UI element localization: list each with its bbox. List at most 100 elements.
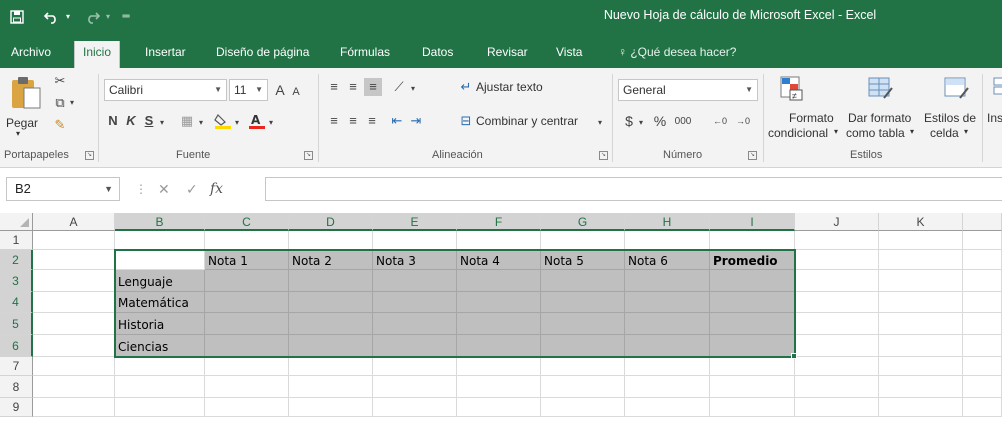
align-top-icon[interactable]: ≡ [326, 78, 342, 96]
cell-c6[interactable] [205, 335, 289, 357]
enter-icon[interactable]: ✓ [186, 180, 198, 198]
column-header-d[interactable]: D [289, 213, 373, 231]
cell-k3[interactable] [879, 270, 963, 292]
tab-vista[interactable]: Vista [548, 42, 590, 68]
tab-insertar[interactable]: Insertar [137, 42, 194, 68]
cell-a7[interactable] [33, 357, 115, 376]
column-header-h[interactable]: H [625, 213, 710, 231]
cell-h5[interactable] [625, 313, 710, 335]
decrease-decimal-icon[interactable]: →0 [733, 112, 753, 130]
cut-icon[interactable]: ✂ [50, 72, 70, 90]
format-as-table-icon[interactable] [866, 74, 896, 104]
cell-k8[interactable] [879, 376, 963, 398]
cell-a8[interactable] [33, 376, 115, 398]
bold-button[interactable]: N [105, 112, 121, 130]
cell-c5[interactable] [205, 313, 289, 335]
cell-d6[interactable] [289, 335, 373, 357]
row-header-7[interactable]: 7 [0, 357, 33, 376]
select-all-corner[interactable] [0, 213, 33, 231]
borders-dropdown-icon[interactable]: ▾ [196, 114, 206, 132]
cell-g2[interactable]: Nota 5 [541, 250, 625, 270]
cell-b7[interactable] [115, 357, 205, 376]
cell-i4[interactable] [710, 292, 795, 313]
cell-a5[interactable] [33, 313, 115, 335]
paste-icon[interactable] [8, 74, 48, 114]
decrease-font-icon[interactable]: A [289, 83, 303, 101]
cell-e9[interactable] [373, 398, 457, 417]
increase-decimal-icon[interactable]: ←0 [710, 112, 730, 130]
cell-b9[interactable] [115, 398, 205, 417]
cell-f1[interactable] [457, 231, 541, 250]
align-middle-icon[interactable]: ≡ [345, 78, 361, 96]
cell-l2[interactable] [963, 250, 1002, 270]
cell-g5[interactable] [541, 313, 625, 335]
cell-a4[interactable] [33, 292, 115, 313]
cell-e8[interactable] [373, 376, 457, 398]
cell-j8[interactable] [795, 376, 879, 398]
merge-center-button[interactable]: Combinar y centrar [476, 114, 578, 128]
cell-j1[interactable] [795, 231, 879, 250]
thousands-button[interactable]: 000 [670, 113, 696, 131]
insert-function-icon[interactable]: fx [210, 180, 223, 198]
cell-c9[interactable] [205, 398, 289, 417]
cell-i8[interactable] [710, 376, 795, 398]
cell-g4[interactable] [541, 292, 625, 313]
cell-i5[interactable] [710, 313, 795, 335]
column-header-g[interactable]: G [541, 213, 625, 231]
cell-styles-dropdown-icon[interactable]: ▾ [964, 127, 968, 136]
cell-f4[interactable] [457, 292, 541, 313]
column-header-b[interactable]: B [115, 213, 205, 231]
underline-button[interactable]: S [141, 112, 157, 130]
cell-k5[interactable] [879, 313, 963, 335]
cell-c2[interactable]: Nota 1 [205, 250, 289, 270]
alignment-launcher-icon[interactable]: ↘ [599, 151, 608, 160]
cell-i9[interactable] [710, 398, 795, 417]
insert-cells-label[interactable]: Ins [987, 111, 1002, 125]
cell-h7[interactable] [625, 357, 710, 376]
cell-c3[interactable] [205, 270, 289, 292]
cell-a6[interactable] [33, 335, 115, 357]
cell-i1[interactable] [710, 231, 795, 250]
cell-styles-line1[interactable]: Estilos de [924, 111, 976, 125]
cell-styles-icon[interactable] [942, 74, 972, 104]
cell-e1[interactable] [373, 231, 457, 250]
cell-j6[interactable] [795, 335, 879, 357]
column-header-i[interactable]: I [710, 213, 795, 231]
tab-diseno-de-pagina[interactable]: Diseño de página [208, 42, 317, 68]
font-name-box[interactable]: Calibri ▼ [104, 79, 227, 101]
cell-i2[interactable]: Promedio [710, 250, 795, 270]
cell-l8[interactable] [963, 376, 1002, 398]
column-header-e[interactable]: E [373, 213, 457, 231]
cell-f3[interactable] [457, 270, 541, 292]
cell-b4[interactable]: Matemática [115, 292, 205, 313]
cell-d1[interactable] [289, 231, 373, 250]
cell-j3[interactable] [795, 270, 879, 292]
tab-datos[interactable]: Datos [414, 42, 461, 68]
align-center-icon[interactable]: ≡ [345, 112, 361, 130]
conditional-format-line2[interactable]: condicional [768, 126, 828, 140]
cell-c7[interactable] [205, 357, 289, 376]
underline-dropdown-icon[interactable]: ▾ [157, 114, 167, 132]
cell-d5[interactable] [289, 313, 373, 335]
cell-f5[interactable] [457, 313, 541, 335]
cell-c8[interactable] [205, 376, 289, 398]
borders-icon[interactable]: ▦ [178, 112, 196, 130]
increase-font-icon[interactable]: A [272, 81, 288, 99]
cell-styles-line2[interactable]: celda [930, 126, 959, 140]
column-header-f[interactable]: F [457, 213, 541, 231]
copy-icon[interactable]: ⧉ [50, 94, 70, 112]
cell-f9[interactable] [457, 398, 541, 417]
italic-button[interactable]: K [123, 112, 139, 130]
cell-h8[interactable] [625, 376, 710, 398]
font-color-icon[interactable]: A [247, 112, 267, 130]
tab-archivo[interactable]: Archivo [3, 42, 59, 68]
orientation-dropdown-icon[interactable]: ▾ [408, 80, 418, 98]
cell-k6[interactable] [879, 335, 963, 357]
insert-cells-icon[interactable] [990, 76, 1002, 102]
cell-l9[interactable] [963, 398, 1002, 417]
number-launcher-icon[interactable]: ↘ [748, 151, 757, 160]
cell-f2[interactable]: Nota 4 [457, 250, 541, 270]
cell-h1[interactable] [625, 231, 710, 250]
cell-j2[interactable] [795, 250, 879, 270]
cell-b3[interactable]: Lenguaje [115, 270, 205, 292]
